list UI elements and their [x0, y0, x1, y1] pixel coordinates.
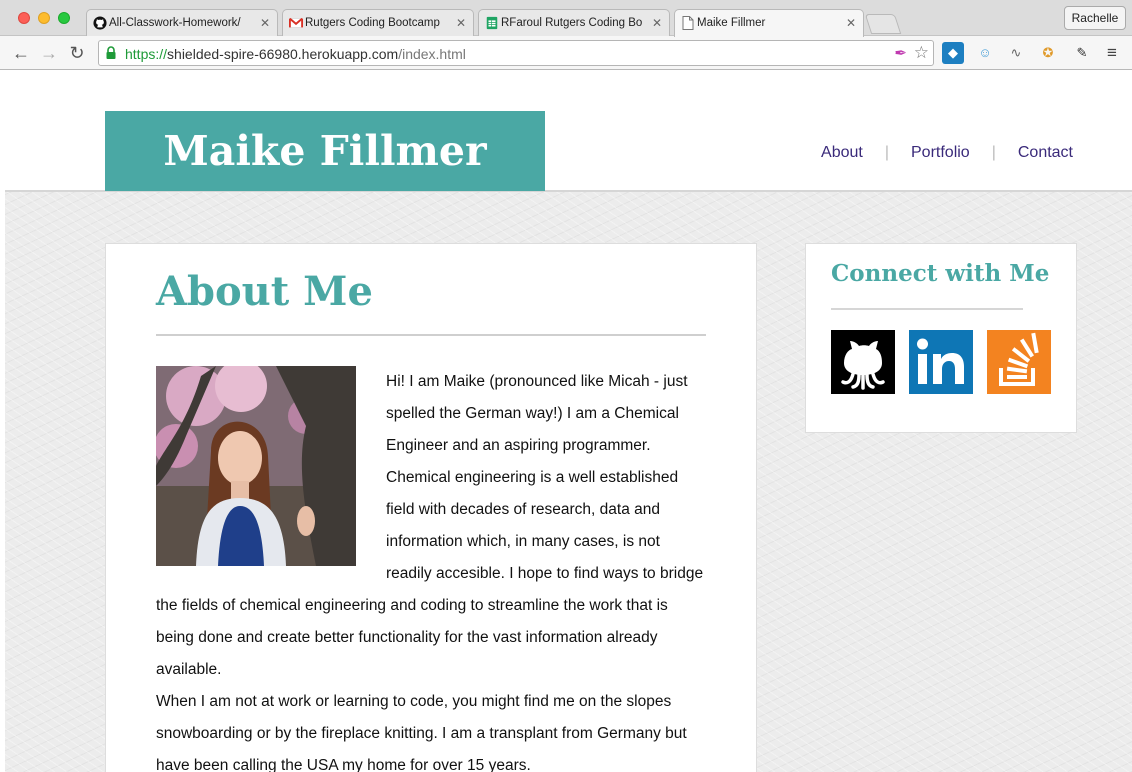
- tab-maike-fillmer[interactable]: Maike Fillmer ✕: [674, 9, 864, 37]
- fullscreen-window-button[interactable]: [58, 12, 70, 24]
- tab-title: Rutgers Coding Bootcamp: [305, 17, 440, 29]
- tab-gmail[interactable]: Rutgers Coding Bootcamp ✕: [282, 9, 474, 37]
- extension-icon[interactable]: ◆: [942, 42, 964, 64]
- document-icon: [681, 16, 695, 30]
- linkedin-link[interactable]: [909, 330, 973, 394]
- about-title: About Me: [156, 268, 373, 315]
- close-icon[interactable]: ✕: [652, 16, 662, 30]
- stackoverflow-link[interactable]: [987, 330, 1051, 394]
- linkedin-icon: [917, 338, 964, 384]
- connect-title: Connect with Me: [831, 260, 1050, 287]
- profile-button[interactable]: Rachelle: [1064, 6, 1126, 30]
- browser-tab-bar: All-Classwork-Homework/ ✕ Rutgers Coding…: [0, 0, 1132, 37]
- gmail-icon: [288, 16, 304, 30]
- close-icon[interactable]: ✕: [260, 16, 270, 30]
- bookmark-star-icon[interactable]: ☆: [914, 43, 929, 63]
- site-header: Maike Fillmer About | Portfolio | Contact: [5, 71, 1132, 192]
- close-icon[interactable]: ✕: [456, 16, 466, 30]
- main-nav: About | Portfolio | Contact: [821, 144, 1073, 162]
- tab-sheets[interactable]: RFaroul Rutgers Coding Bo ✕: [478, 9, 670, 37]
- tab-title: Maike Fillmer: [697, 17, 766, 29]
- pulse-icon[interactable]: ∿: [1005, 42, 1027, 64]
- new-tab-button[interactable]: [864, 14, 902, 34]
- ghostery-icon[interactable]: ☺: [974, 42, 996, 64]
- back-arrow-icon[interactable]: ←: [10, 42, 32, 64]
- nav-separator: |: [991, 144, 996, 161]
- eyedropper-icon[interactable]: ✎: [1071, 42, 1093, 64]
- connect-card: Connect with Me: [805, 243, 1077, 433]
- reload-icon[interactable]: ↻: [66, 42, 88, 64]
- site-logo[interactable]: Maike Fillmer: [105, 111, 545, 191]
- web-page: Maike Fillmer About | Portfolio | Contact Ab…: [5, 71, 1132, 772]
- address-bar[interactable]: https://shielded-spire-66980.herokuapp.c…: [98, 40, 934, 66]
- forward-arrow-icon[interactable]: →: [38, 42, 60, 64]
- tab-title: All-Classwork-Homework/: [109, 17, 241, 29]
- divider: [156, 334, 706, 336]
- url-text: https://shielded-spire-66980.herokuapp.c…: [125, 46, 466, 62]
- bio-paragraph: When I am not at work or learning to cod…: [156, 693, 687, 772]
- tab-github[interactable]: All-Classwork-Homework/ ✕: [86, 9, 278, 37]
- nav-separator: |: [884, 144, 889, 161]
- sheets-icon: [485, 16, 499, 30]
- nav-portfolio[interactable]: Portfolio: [911, 144, 970, 161]
- divider: [831, 308, 1023, 310]
- nav-contact[interactable]: Contact: [1018, 144, 1073, 161]
- about-card: About Me Hi! I am Maike (pronounced like…: [105, 243, 757, 772]
- settings-extension-icon[interactable]: ✪: [1037, 42, 1059, 64]
- minimize-window-button[interactable]: [38, 12, 50, 24]
- browser-toolbar: ← → ↻ https://shielded-spire-66980.herok…: [0, 36, 1132, 70]
- tab-title: RFaroul Rutgers Coding Bo: [501, 17, 643, 29]
- close-icon[interactable]: ✕: [846, 16, 856, 30]
- github-icon: [93, 16, 107, 30]
- bio-text: Hi! I am Maike (pronounced like Micah - …: [156, 366, 708, 772]
- stackoverflow-icon: [999, 332, 1039, 386]
- lock-icon: [105, 46, 117, 60]
- nav-about[interactable]: About: [821, 144, 863, 161]
- feather-extension-icon[interactable]: ✒: [894, 44, 907, 62]
- menu-icon[interactable]: ≡: [1101, 42, 1123, 64]
- close-window-button[interactable]: [18, 12, 30, 24]
- github-link[interactable]: [831, 330, 895, 394]
- github-icon: [841, 341, 885, 390]
